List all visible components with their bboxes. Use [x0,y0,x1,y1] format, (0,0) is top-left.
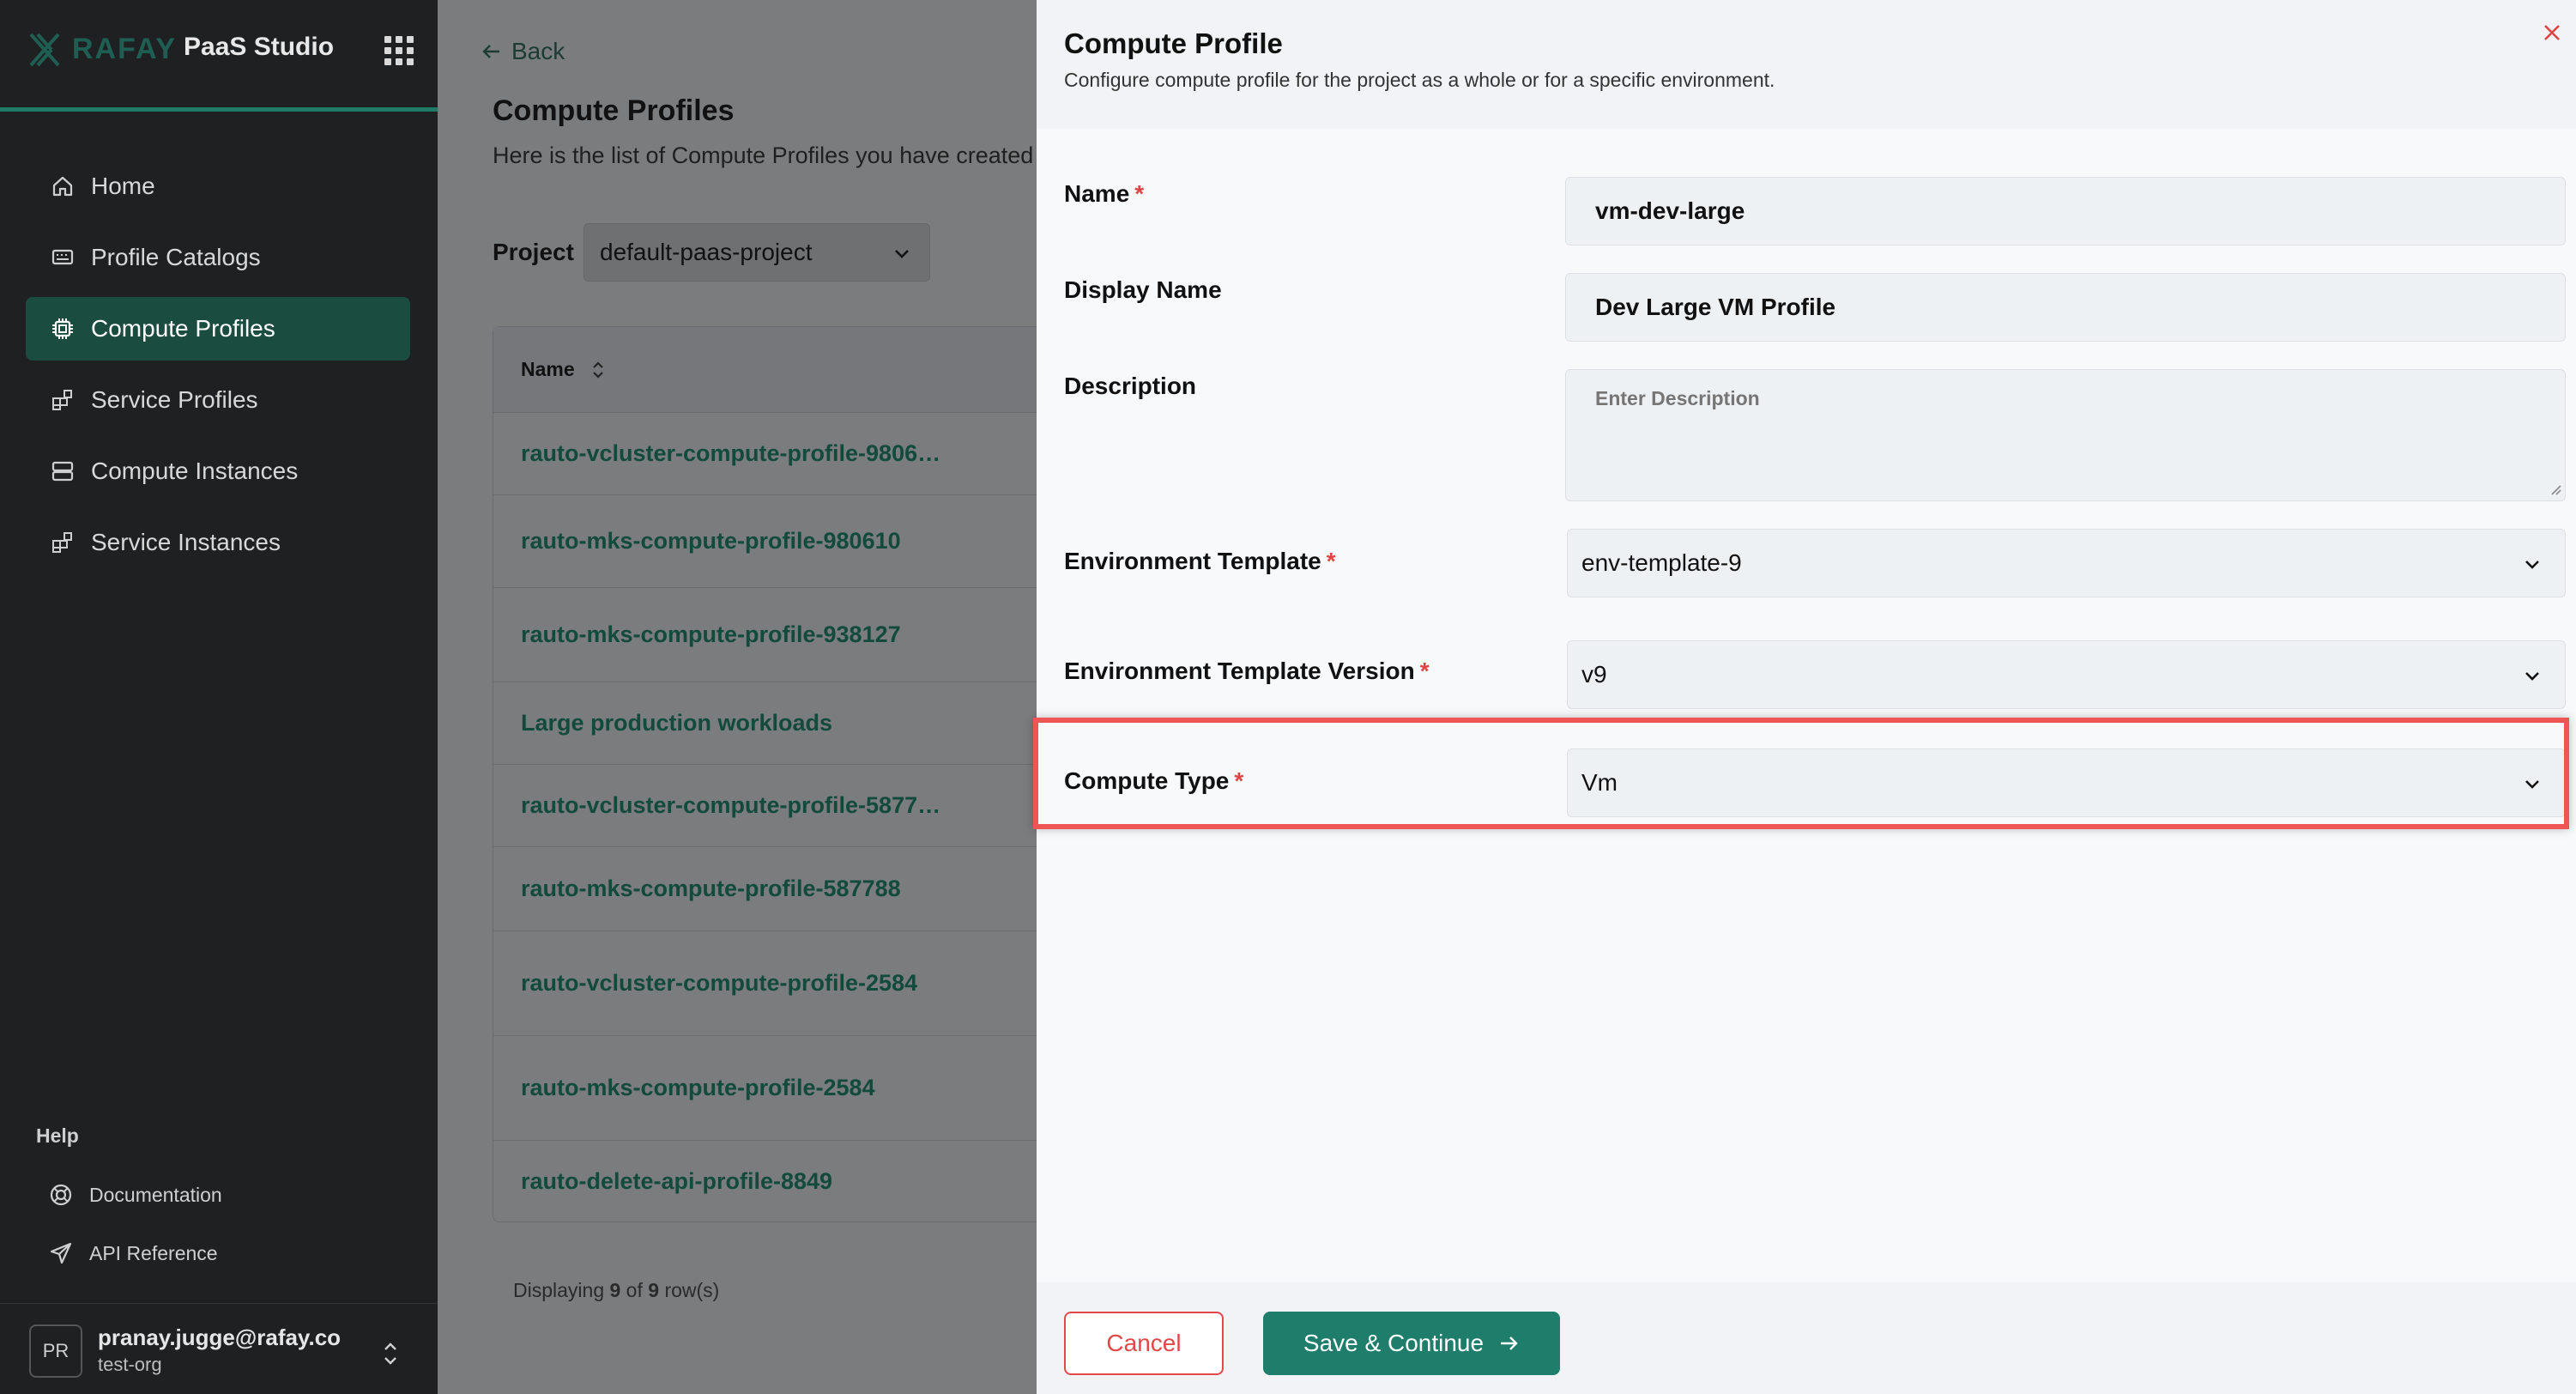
sidebar-item-label: Home [91,173,155,199]
chevron-down-icon [2525,561,2539,569]
table-row[interactable]: rauto-mks-compute-profile-980610 [493,495,1038,588]
sidebar-item-label: Service Instances [91,529,281,555]
drawer-title: Compute Profile [1064,27,1283,59]
table-row[interactable]: rauto-vcluster-compute-profile-9806… [493,413,1038,495]
main-content: Back Compute Profiles Here is the list o… [438,0,1038,1394]
rafay-logo-icon [29,33,60,67]
user-email: pranay.jugge@rafay.co [98,1324,342,1350]
app-grid-icon[interactable] [384,36,414,65]
profile-link[interactable]: rauto-mks-compute-profile-938127 [521,621,901,648]
chevron-down-icon [895,250,909,258]
profile-link[interactable]: rauto-vcluster-compute-profile-5877… [521,792,940,819]
page-subtitle: Here is the list of Compute Profiles you… [493,142,1034,168]
profile-link[interactable]: rauto-mks-compute-profile-2584 [521,1075,875,1101]
chip-icon [50,316,76,342]
back-link[interactable]: Back [481,38,565,65]
display-name-label: Display Name [1064,276,1222,303]
user-org: test-org [98,1354,162,1375]
blocks-icon [50,387,76,413]
profile-link[interactable]: rauto-vcluster-compute-profile-2584 [521,970,917,997]
profile-link[interactable]: rauto-mks-compute-profile-587788 [521,876,901,902]
project-select-value: default-paas-project [600,239,813,265]
table-row[interactable]: rauto-delete-api-profile-8849 [493,1141,1038,1221]
cancel-button[interactable]: Cancel [1064,1312,1224,1375]
chevron-down-icon [2525,672,2539,681]
highlight-box [1033,718,2569,829]
environment-template-version-label: Environment Template Version * [1064,658,1430,684]
description-textarea[interactable] [1565,369,2566,501]
compute-profile-drawer: Compute Profile Configure compute profil… [1037,0,2576,1394]
profile-link[interactable]: rauto-mks-compute-profile-980610 [521,528,901,555]
home-icon [50,173,76,199]
sidebar-item-home[interactable]: Home [26,155,410,218]
back-label: Back [511,38,565,64]
close-icon[interactable] [2540,21,2564,45]
arrow-right-icon [1501,1336,1518,1350]
description-label: Description [1064,373,1197,399]
sidebar-item-profile-catalogs[interactable]: Profile Catalogs [26,226,410,289]
sidebar-item-label: Compute Instances [91,458,299,484]
sidebar-item-compute-instances[interactable]: Compute Instances [26,439,410,503]
table-row[interactable]: rauto-mks-compute-profile-938127 [493,588,1038,682]
table-row[interactable]: rauto-mks-compute-profile-2584 [493,1036,1038,1141]
row-count: Displaying 9 of 9 row(s) [513,1279,720,1301]
drawer-header: Compute Profile Configure compute profil… [1037,0,2576,129]
profile-link[interactable]: Large production workloads [521,710,832,736]
display-name-input[interactable]: Dev Large VM Profile [1565,273,2566,342]
sidebar-item-label: Service Profiles [91,386,258,413]
blocks-icon [50,530,76,555]
page-title: Compute Profiles [493,94,735,127]
sidebar-item-service-profiles[interactable]: Service Profiles [26,368,410,432]
table-row[interactable]: Large production workloads [493,682,1038,765]
resize-grip-icon[interactable] [2547,481,2562,496]
profiles-table: Name rauto-vcluster-compute-profile-9806… [493,326,1038,1222]
brand-wordmark: RAFAY [72,33,178,65]
sort-icon[interactable] [589,358,608,382]
save-continue-button[interactable]: Save & Continue [1263,1312,1560,1375]
drawer-subtitle: Configure compute profile for the projec… [1064,69,1775,91]
environment-template-label: Environment Template * [1064,548,1336,574]
project-label: Project [493,239,574,265]
profile-link[interactable]: rauto-delete-api-profile-8849 [521,1168,832,1195]
catalog-icon [50,245,76,270]
column-header-name: Name [521,358,575,380]
brand-header: RAFAY PaaS Studio [0,0,438,112]
lifebuoy-icon [50,1184,72,1206]
server-icon [50,458,76,484]
help-item-label: API Reference [89,1241,218,1264]
help-heading: Help [36,1124,79,1147]
name-label: Name * [1064,180,1145,207]
product-name: PaaS Studio [184,33,335,61]
help-item-label: Documentation [89,1183,222,1206]
project-select[interactable]: default-paas-project [584,223,930,282]
arrow-left-icon [482,45,499,58]
table-row[interactable]: rauto-vcluster-compute-profile-5877… [493,765,1038,847]
table-row[interactable]: rauto-vcluster-compute-profile-2584 [493,931,1038,1036]
sidebar-item-service-instances[interactable]: Service Instances [26,511,410,574]
sidebar-item-label: Compute Profiles [91,315,275,342]
avatar: PR [29,1324,82,1378]
chevron-up-down-icon[interactable] [378,1336,403,1371]
name-input[interactable]: vm-dev-large [1565,177,2566,245]
environment-template-select[interactable]: env-template-9 [1567,529,2566,597]
sidebar-nav: Home Profile Catalogs Compute Profiles S… [26,155,410,582]
table-header[interactable]: Name [493,327,1038,413]
sidebar: RAFAY PaaS Studio Home Profile Catalogs … [0,0,438,1394]
sidebar-item-label: Profile Catalogs [91,244,261,270]
send-icon [50,1242,72,1264]
drawer-footer: Cancel Save & Continue [1037,1282,2576,1394]
sidebar-item-compute-profiles[interactable]: Compute Profiles [26,297,410,361]
user-menu[interactable]: PR pranay.jugge@rafay.co test-org [0,1303,438,1394]
help-documentation-link[interactable]: Documentation [48,1178,222,1212]
help-api-reference-link[interactable]: API Reference [48,1236,218,1270]
environment-template-version-select[interactable]: v9 [1567,640,2566,709]
table-row[interactable]: rauto-mks-compute-profile-587788 [493,847,1038,931]
profile-link[interactable]: rauto-vcluster-compute-profile-9806… [521,440,940,467]
